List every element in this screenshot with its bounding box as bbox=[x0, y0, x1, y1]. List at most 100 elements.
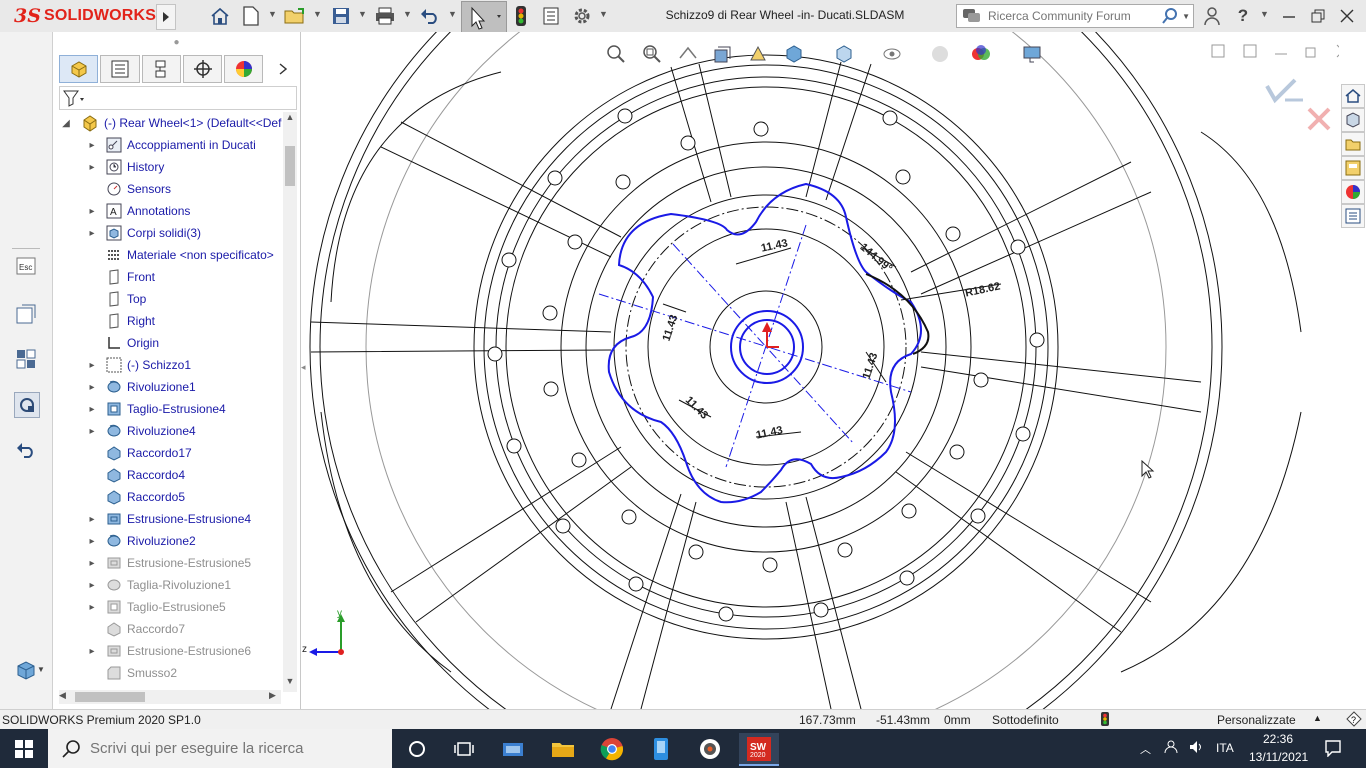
chevron-down-icon[interactable]: ▼ bbox=[358, 9, 367, 19]
tree-vertical-scrollbar[interactable]: ▲ ▼ bbox=[283, 112, 297, 692]
taskbar-search-input[interactable] bbox=[88, 739, 392, 758]
network-app-icon[interactable] bbox=[493, 733, 533, 764]
community-search-box[interactable]: ▼ bbox=[956, 4, 1194, 28]
minimize-window-icon[interactable] bbox=[1278, 5, 1300, 27]
display-style-icon[interactable] bbox=[834, 44, 854, 67]
panel-splitter-handle[interactable]: ◂ bbox=[301, 362, 307, 382]
chevron-down-icon[interactable]: ▼ bbox=[1260, 9, 1269, 19]
expand-arrow-icon[interactable]: ▸ bbox=[87, 426, 97, 437]
chevron-down-icon[interactable]: ▼ bbox=[268, 9, 277, 19]
chevron-down-icon[interactable]: ▼ bbox=[313, 9, 322, 19]
doc-restore-icon[interactable] bbox=[1305, 44, 1319, 61]
tree-item[interactable]: ▸ Rivoluzione2 bbox=[53, 530, 283, 552]
community-search-input[interactable] bbox=[986, 8, 1160, 24]
search-icon[interactable] bbox=[1161, 7, 1179, 25]
expand-arrow-icon[interactable]: ▸ bbox=[87, 206, 97, 217]
expand-arrow-icon[interactable]: ▸ bbox=[87, 558, 97, 569]
task-view-icon[interactable] bbox=[444, 733, 484, 764]
chrome-icon[interactable] bbox=[592, 733, 632, 764]
undo-icon[interactable] bbox=[419, 5, 441, 27]
escape-key-icon[interactable]: Esc bbox=[14, 254, 38, 278]
chevron-up-icon[interactable]: ▲ bbox=[1313, 713, 1322, 723]
tree-item[interactable]: Raccordo17 bbox=[53, 442, 283, 464]
tree-item[interactable]: Raccordo7 bbox=[53, 618, 283, 640]
view-palette-icon[interactable] bbox=[1341, 156, 1365, 180]
tree-item[interactable]: ▸ Estrusione-Estrusione4 bbox=[53, 508, 283, 530]
tree-item[interactable]: ▸ Estrusione-Estrusione5 bbox=[53, 552, 283, 574]
expand-arrow-icon[interactable]: ▸ bbox=[87, 228, 97, 239]
tree-item[interactable]: Sensors bbox=[53, 178, 283, 200]
tree-filter-box[interactable] bbox=[59, 86, 297, 110]
rebuild-indicator-icon[interactable] bbox=[1101, 712, 1109, 729]
tree-item[interactable]: ▸ (-) Schizzo1 bbox=[53, 354, 283, 376]
tree-item[interactable]: ▸ Taglio-Estrusione5 bbox=[53, 596, 283, 618]
expand-arrow-icon[interactable]: ▸ bbox=[87, 514, 97, 525]
dynamic-annotation-icon[interactable] bbox=[748, 44, 768, 67]
clock-time[interactable]: 22:36 bbox=[1263, 732, 1293, 746]
scroll-down-arrow-icon[interactable]: ▼ bbox=[283, 676, 297, 690]
apply-scene-icon[interactable] bbox=[970, 44, 992, 67]
media-player-icon[interactable] bbox=[690, 733, 730, 764]
scroll-up-arrow-icon[interactable]: ▲ bbox=[283, 112, 297, 126]
print-icon[interactable] bbox=[374, 5, 396, 27]
tree-horizontal-scrollbar[interactable]: ◀ ▶ bbox=[59, 690, 281, 704]
tree-item[interactable]: Raccordo4 bbox=[53, 464, 283, 486]
document-app-icon[interactable] bbox=[641, 733, 681, 764]
options-gear-icon[interactable] bbox=[571, 5, 593, 27]
zoom-to-area-icon[interactable] bbox=[642, 44, 662, 67]
expand-arrow-icon[interactable]: ▸ bbox=[87, 602, 97, 613]
expand-arrow-icon[interactable]: ▸ bbox=[87, 140, 97, 151]
tree-item[interactable]: Smusso2 bbox=[53, 662, 283, 684]
people-icon[interactable] bbox=[1163, 740, 1179, 757]
section-view-icon[interactable] bbox=[712, 44, 732, 67]
cortana-icon[interactable] bbox=[397, 733, 437, 764]
tray-overflow-chevron-icon[interactable]: ︿ bbox=[1140, 741, 1151, 757]
help-tooltip-icon[interactable]: ? bbox=[1346, 711, 1362, 730]
design-library-icon[interactable] bbox=[1341, 108, 1365, 132]
tab-display-manager[interactable] bbox=[224, 55, 264, 83]
clock-date[interactable]: 13/11/2021 bbox=[1249, 750, 1308, 764]
tree-root[interactable]: ◢ (-) Rear Wheel<1> (Default<<Def bbox=[53, 112, 283, 134]
doc-window-cascade-icon[interactable] bbox=[1243, 44, 1257, 61]
notification-center-icon[interactable] bbox=[1324, 739, 1342, 760]
recent-command-icon[interactable] bbox=[14, 302, 38, 326]
expand-arrow-icon[interactable]: ▸ bbox=[87, 536, 97, 547]
open-folder-icon[interactable] bbox=[284, 5, 306, 27]
scrollbar-thumb[interactable] bbox=[285, 146, 295, 186]
solidworks-resources-home-icon[interactable] bbox=[1341, 84, 1365, 108]
view-layout-icon[interactable] bbox=[14, 347, 38, 371]
expand-arrow-icon[interactable]: ▸ bbox=[87, 646, 97, 657]
view-orientation-icon[interactable] bbox=[784, 44, 804, 67]
solidworks-taskbar-icon[interactable]: SW 2020 bbox=[739, 733, 779, 766]
doc-minimize-icon[interactable] bbox=[1274, 44, 1288, 61]
input-language[interactable]: ITA bbox=[1216, 741, 1234, 755]
tree-item[interactable]: Materiale <non specificato> bbox=[53, 244, 283, 266]
solidworks-logo[interactable]: 3S SOLIDWORKS bbox=[14, 3, 156, 29]
home-icon[interactable] bbox=[209, 5, 231, 27]
appearances-scenes-icon[interactable] bbox=[1341, 180, 1365, 204]
tree-item[interactable]: ▸ History bbox=[53, 156, 283, 178]
expand-arrow-icon[interactable]: ▸ bbox=[87, 580, 97, 591]
tab-property-manager[interactable] bbox=[100, 55, 140, 83]
tree-item[interactable]: ▸ Accoppiamenti in Ducati bbox=[53, 134, 283, 156]
select-tool-button[interactable] bbox=[461, 1, 507, 33]
expand-arrow-icon[interactable]: ▸ bbox=[87, 382, 97, 393]
close-window-icon[interactable] bbox=[1336, 5, 1358, 27]
tree-item[interactable]: Origin bbox=[53, 332, 283, 354]
panel-grip-handle[interactable]: ● bbox=[53, 32, 300, 52]
scroll-left-arrow-icon[interactable]: ◀ bbox=[59, 690, 71, 701]
tab-configuration-manager[interactable] bbox=[141, 55, 181, 83]
volume-icon[interactable] bbox=[1189, 740, 1205, 757]
chevron-down-icon[interactable]: ▼ bbox=[37, 665, 45, 674]
file-properties-icon[interactable] bbox=[540, 5, 562, 27]
collapse-icon[interactable]: ◢ bbox=[61, 118, 71, 129]
file-explorer-icon[interactable] bbox=[1341, 132, 1365, 156]
windows-start-icon[interactable] bbox=[2, 733, 46, 764]
restore-window-icon[interactable] bbox=[1307, 5, 1329, 27]
doc-window-tile-icon[interactable] bbox=[1211, 44, 1225, 61]
cancel-sketch-icon[interactable] bbox=[1306, 106, 1332, 135]
tree-item[interactable]: ▸ A Annotations bbox=[53, 200, 283, 222]
chevron-down-icon[interactable]: ▼ bbox=[1182, 12, 1190, 21]
hide-show-items-icon[interactable] bbox=[882, 44, 902, 67]
tree-item[interactable]: Raccordo5 bbox=[53, 486, 283, 508]
